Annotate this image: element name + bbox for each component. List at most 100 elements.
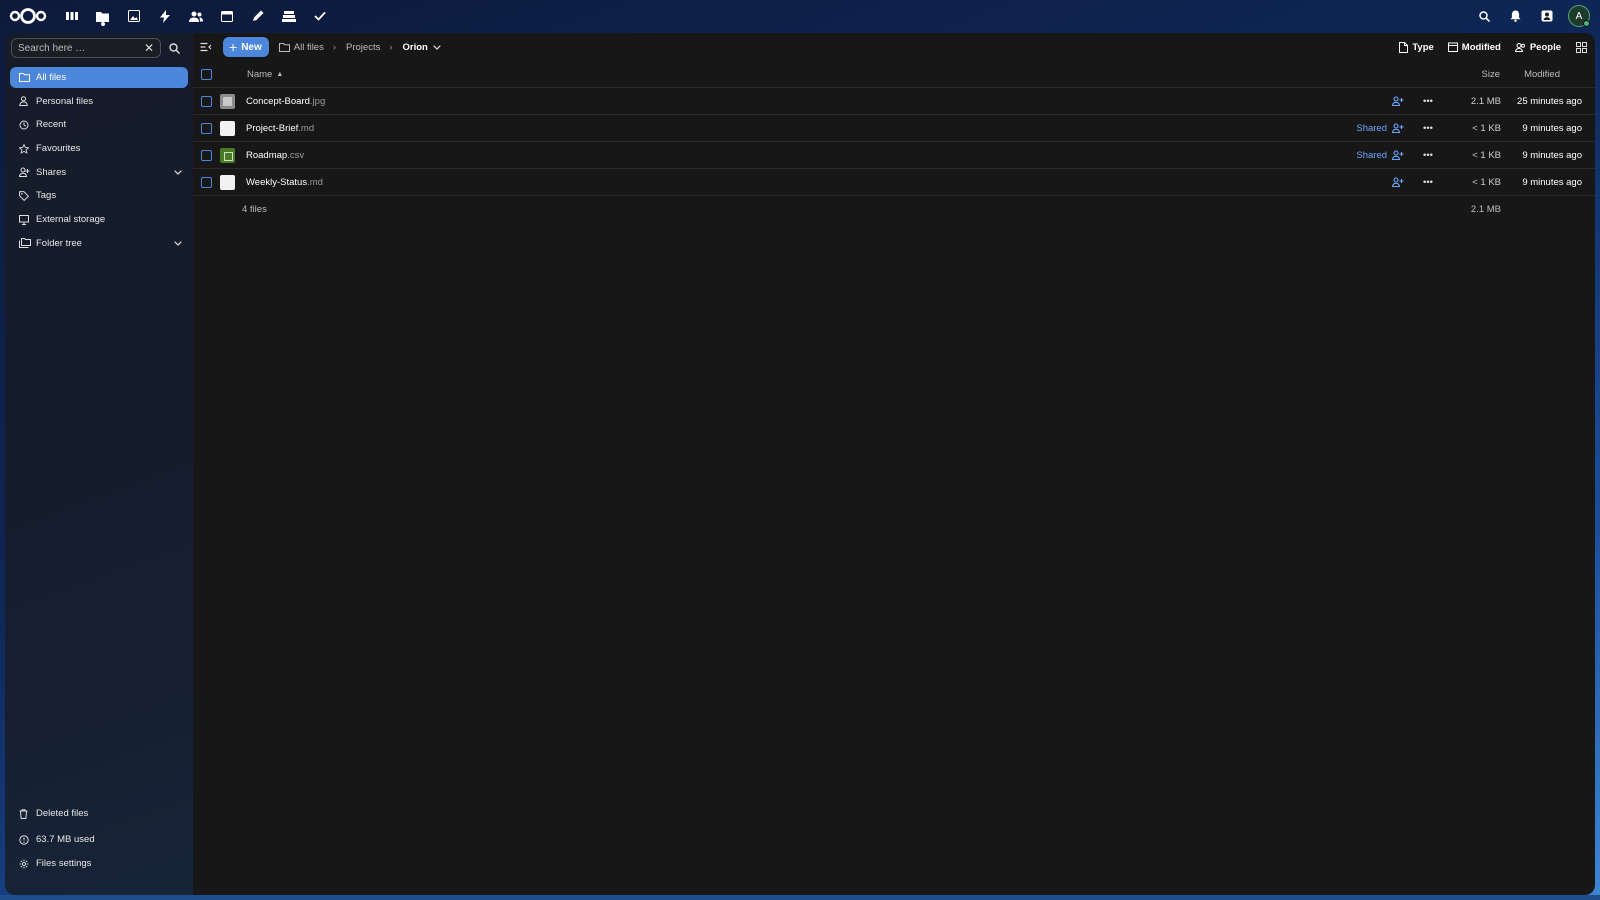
sort-ascending-icon: ▲ [276,70,284,78]
filter-people-button[interactable]: People [1514,41,1561,53]
sidebar-item-label: Favourites [36,143,81,155]
file-modified: 9 minutes ago [1522,149,1582,161]
files-app-icon[interactable] [87,0,118,32]
share-icon[interactable] [1392,96,1404,106]
storage-usage[interactable]: 63.7 MB used [10,829,188,850]
folder-icon [278,42,290,52]
calendar-app-icon[interactable] [211,0,242,32]
sidebar-item-label: Files settings [36,858,92,869]
sort-by-modified-button[interactable]: Modified [1524,69,1560,80]
calendar-icon [1447,42,1458,52]
table-row[interactable]: Weekly-Status.md ••• < 1 KB 9 minutes ag… [193,169,1595,196]
file-extension: .csv [287,149,305,161]
file-modified: 9 minutes ago [1522,122,1582,134]
sort-by-name-button[interactable]: Name ▲ [247,69,283,80]
file-size: < 1 KB [1472,176,1501,188]
contacts-app-icon[interactable] [180,0,211,32]
file-basename: Weekly-Status [246,176,308,188]
row-checkbox[interactable] [201,149,212,161]
filter-label: People [1529,41,1561,53]
share-icon[interactable] [1392,150,1404,160]
share-icon[interactable] [1392,123,1404,133]
total-size: 2.1 MB [1470,204,1501,215]
photos-app-icon[interactable] [118,0,149,32]
notifications-bell-icon[interactable] [1500,0,1531,32]
sidebar-item-label: Deleted files [36,808,89,819]
storage-usage-label: 63.7 MB used [36,834,95,845]
table-row[interactable]: Concept-Board.jpg ••• 2.1 MB 25 minutes … [193,88,1595,115]
filter-type-button[interactable]: Type [1399,41,1434,53]
contacts-menu-icon[interactable] [1531,0,1562,32]
more-actions-icon[interactable]: ••• [1423,150,1433,161]
more-actions-icon[interactable]: ••• [1423,177,1433,188]
file-size: < 1 KB [1472,149,1501,161]
new-button[interactable]: + New [223,37,269,57]
row-checkbox[interactable] [201,95,212,107]
file-icon [1399,41,1409,53]
sidebar-item-recent[interactable]: Recent [10,114,188,135]
folder-icon [19,73,32,82]
sidebar-item-deleted-files[interactable]: Deleted files [10,803,188,824]
more-actions-icon[interactable]: ••• [1423,96,1433,107]
row-checkbox[interactable] [201,122,212,134]
sidebar-item-tags[interactable]: Tags [10,185,188,206]
file-extension: .jpg [309,95,326,107]
nextcloud-logo[interactable] [9,6,49,26]
search-input[interactable] [18,42,144,54]
sidebar-item-shares[interactable]: Shares [10,162,188,183]
user-avatar[interactable]: A [1568,5,1590,27]
file-name[interactable]: Project-Brief.md [246,123,314,134]
gear-icon [19,859,32,869]
filter-modified-button[interactable]: Modified [1447,42,1501,53]
breadcrumb-all-files[interactable]: All files [278,42,324,53]
more-actions-icon[interactable]: ••• [1423,123,1433,134]
file-basename: Roadmap [246,149,288,161]
table-row[interactable]: Project-Brief.md Shared ••• < 1 KB 9 min… [193,115,1595,142]
grid-view-icon[interactable] [1576,41,1587,53]
sidebar-item-external-storage[interactable]: External storage [10,209,188,230]
sidebar-item-personal-files[interactable]: Personal files [10,91,188,112]
folder-tree-icon [19,238,32,249]
image-file-thumbnail [220,93,235,109]
breadcrumb-projects[interactable]: Projects [346,42,380,53]
select-all-checkbox[interactable] [201,68,212,80]
table-row[interactable]: Roadmap.csv Shared ••• < 1 KB 9 minutes … [193,142,1595,169]
star-icon [19,143,32,154]
sidebar-nav: All files Personal files Recent Favourit… [10,67,188,257]
chevron-down-icon[interactable] [174,241,182,246]
unified-search-icon[interactable] [1469,0,1500,32]
chevron-down-icon[interactable] [174,170,182,175]
sidebar-item-folder-tree[interactable]: Folder tree [10,233,188,254]
activity-app-icon[interactable] [149,0,180,32]
toggle-navigation-icon[interactable] [200,42,214,52]
sort-by-size-button[interactable]: Size [1482,69,1500,80]
background-strip [0,895,1600,900]
shared-label[interactable]: Shared [1356,123,1387,134]
deck-app-icon[interactable] [273,0,304,32]
notes-app-icon[interactable] [242,0,273,32]
sidebar-item-files-settings[interactable]: Files settings [10,853,188,874]
sidebar-footer: Deleted files 63.7 MB used Files setting… [10,803,188,877]
clear-search-icon[interactable]: ✕ [144,41,154,55]
file-filters: Type Modified People [1385,41,1587,53]
row-checkbox[interactable] [201,176,212,188]
file-size: 2.1 MB [1470,95,1501,107]
search-icon[interactable] [169,42,180,54]
file-extension: .md [307,176,323,188]
monitor-icon [19,214,32,225]
search-box: ✕ [11,38,161,58]
sidebar-item-label: Folder tree [36,237,82,249]
file-basename: Concept-Board [246,95,310,107]
file-name[interactable]: Concept-Board.jpg [246,96,325,107]
file-modified: 25 minutes ago [1517,95,1582,107]
tasks-app-icon[interactable] [304,0,335,32]
share-icon[interactable] [1392,177,1404,187]
file-name[interactable]: Weekly-Status.md [246,177,323,188]
sidebar-item-all-files[interactable]: All files [10,67,188,88]
file-name[interactable]: Roadmap.csv [246,150,304,161]
shared-label[interactable]: Shared [1356,150,1387,161]
breadcrumb-orion[interactable]: Orion [403,42,441,53]
dashboard-app-icon[interactable] [56,0,87,32]
new-button-label: New [241,41,262,53]
sidebar-item-favourites[interactable]: Favourites [10,138,188,159]
